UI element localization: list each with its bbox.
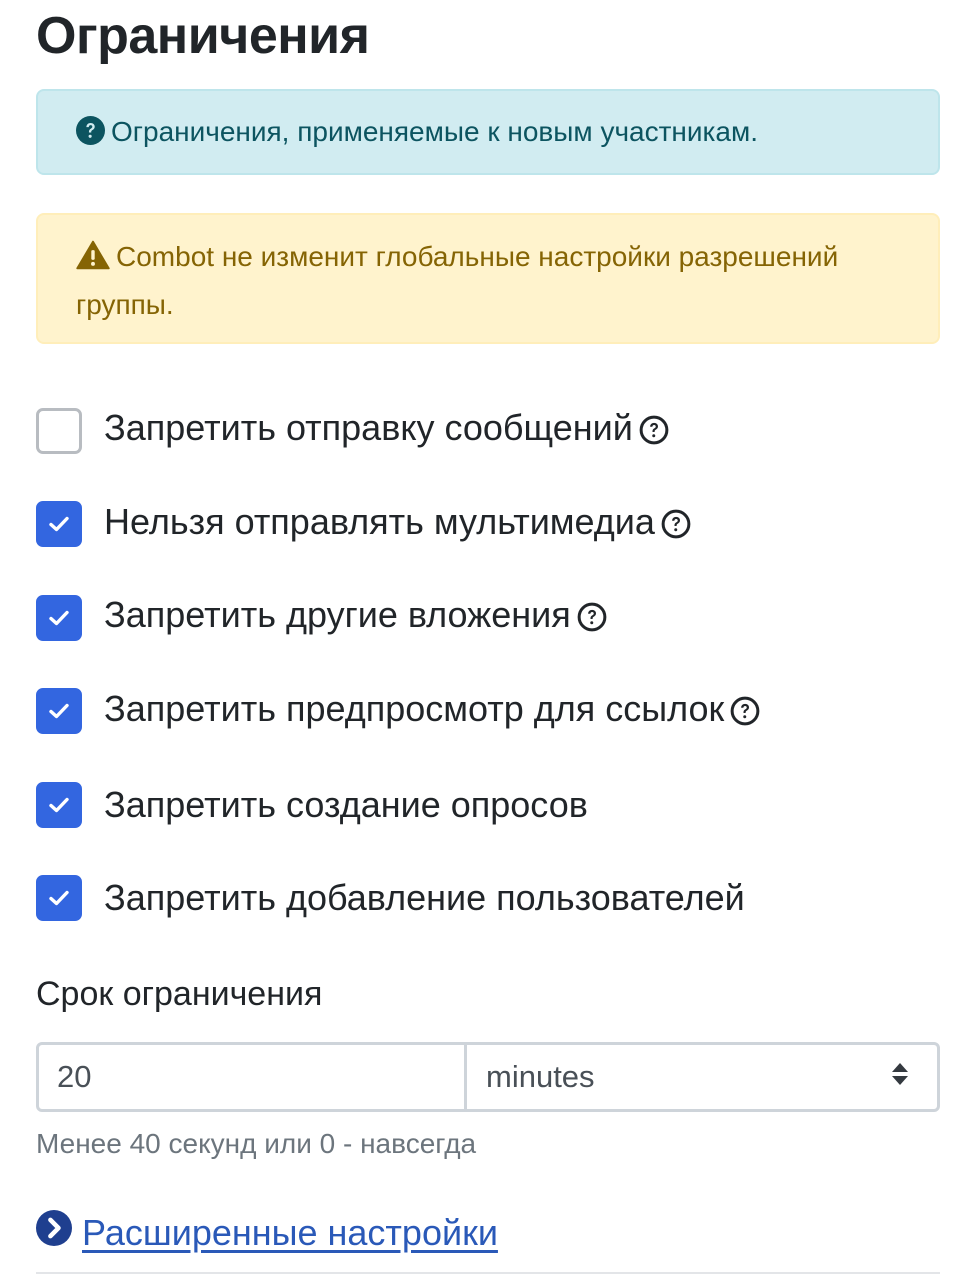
restrictions-list: Запретить отправку сообщений Нельзя отпр… bbox=[36, 384, 940, 945]
help-icon[interactable] bbox=[577, 598, 607, 642]
checkbox-checked[interactable] bbox=[36, 781, 82, 828]
duration-hint: Менее 40 секунд или 0 - навсегда bbox=[36, 1128, 477, 1159]
checkbox-checked[interactable] bbox=[36, 594, 82, 641]
restriction-label: Запретить предпросмотр для ссылок bbox=[104, 687, 725, 729]
duration-unit-select[interactable]: minutes bbox=[466, 1042, 940, 1112]
restriction-no-link-preview[interactable]: Запретить предпросмотр для ссылок bbox=[36, 665, 940, 759]
restriction-label: Запретить другие вложения bbox=[104, 594, 571, 636]
duration-input-group: minutes bbox=[36, 1042, 940, 1112]
check-icon bbox=[49, 891, 69, 906]
checkbox[interactable] bbox=[36, 407, 82, 454]
warning-alert-text: Combot не изменит глобальные настройки р… bbox=[76, 241, 839, 320]
restriction-no-add-users[interactable]: Запретить добавление пользователей bbox=[36, 852, 940, 946]
select-arrows-icon bbox=[891, 1059, 909, 1095]
warning-alert: Combot не изменит глобальные настройки р… bbox=[36, 213, 940, 344]
divider bbox=[36, 1272, 940, 1274]
info-alert-text: Ограничения, применяемые к новым участни… bbox=[111, 116, 758, 147]
restrictions-panel: Ограничения Ограничения, применяемые к н… bbox=[36, 0, 940, 1256]
checkbox-checked[interactable] bbox=[36, 875, 82, 922]
help-icon[interactable] bbox=[639, 411, 669, 455]
duration-value-input[interactable] bbox=[36, 1042, 466, 1112]
restriction-no-attachments[interactable]: Запретить другие вложения bbox=[36, 571, 940, 665]
info-alert: Ограничения, применяемые к новым участни… bbox=[36, 89, 940, 175]
restriction-label: Нельзя отправлять мультимедиа bbox=[104, 500, 655, 542]
checkbox-checked[interactable] bbox=[36, 501, 82, 548]
restriction-label: Запретить создание опросов bbox=[104, 783, 588, 825]
restriction-no-messages[interactable]: Запретить отправку сообщений bbox=[36, 384, 940, 478]
chevron-right-circle-icon bbox=[36, 1210, 72, 1256]
warning-triangle-icon bbox=[76, 239, 110, 283]
check-icon bbox=[49, 610, 69, 625]
help-icon[interactable] bbox=[730, 692, 760, 736]
restriction-label: Запретить добавление пользователей bbox=[104, 877, 745, 919]
question-circle-icon bbox=[76, 114, 105, 158]
checkbox-checked[interactable] bbox=[36, 688, 82, 735]
help-icon[interactable] bbox=[661, 505, 691, 549]
check-icon bbox=[49, 517, 69, 532]
restriction-no-media[interactable]: Нельзя отправлять мультимедиа bbox=[36, 478, 940, 572]
duration-label: Срок ограничения bbox=[36, 975, 323, 1013]
restriction-label: Запретить отправку сообщений bbox=[104, 407, 633, 449]
page-title: Ограничения bbox=[36, 7, 370, 65]
check-icon bbox=[49, 704, 69, 719]
duration-unit-value: minutes bbox=[486, 1059, 595, 1094]
check-icon bbox=[49, 797, 69, 812]
advanced-settings-link[interactable]: Расширенные настройки bbox=[36, 1210, 940, 1256]
restriction-no-polls[interactable]: Запретить создание опросов bbox=[36, 758, 940, 852]
advanced-settings-label: Расширенные настройки bbox=[82, 1212, 498, 1253]
